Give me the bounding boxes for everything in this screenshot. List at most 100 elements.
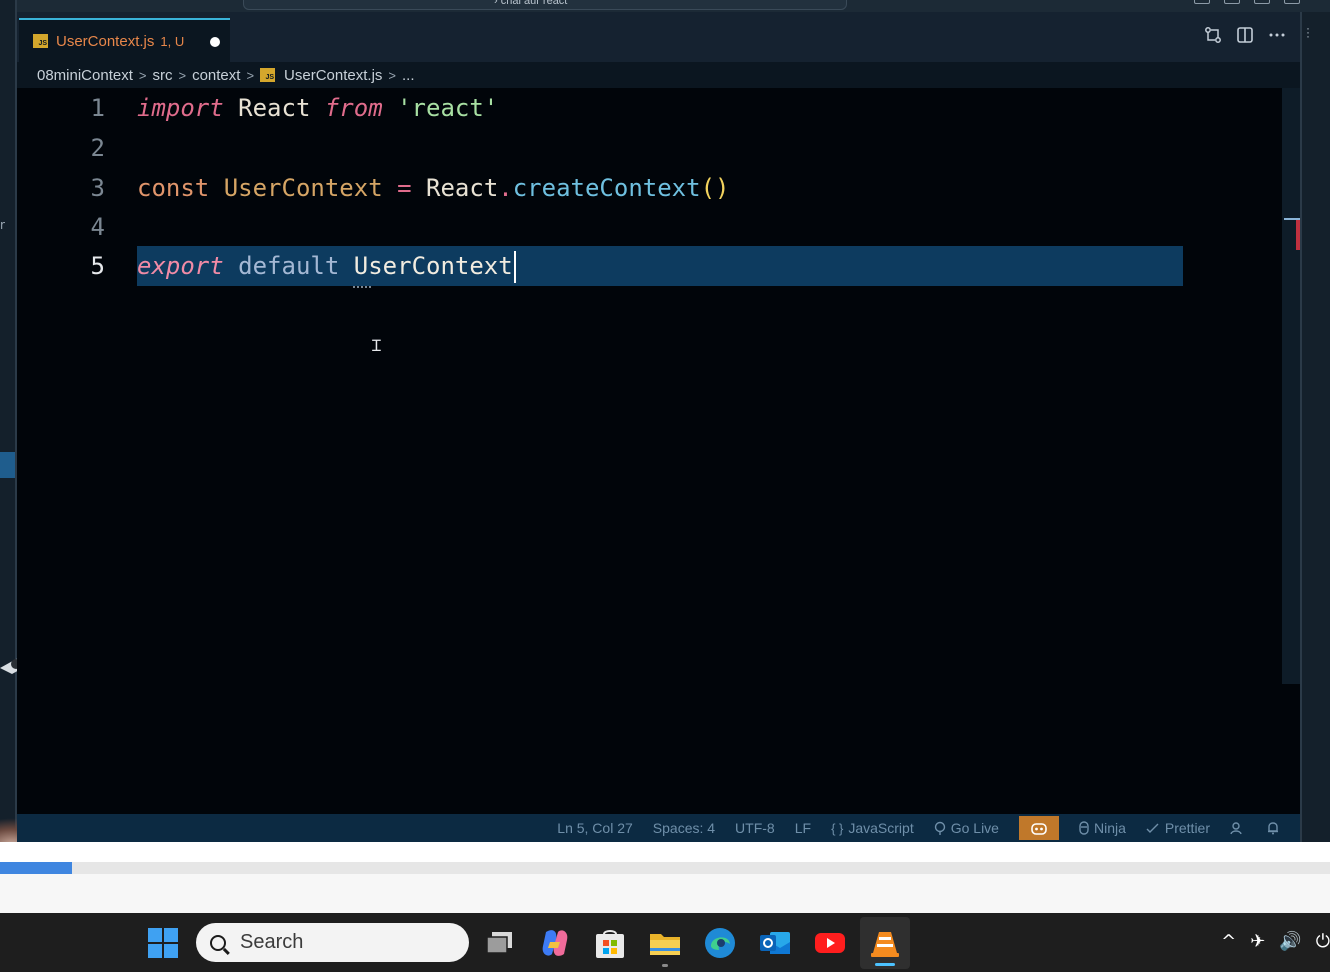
line-number: 2 [90, 134, 105, 162]
status-encoding[interactable]: UTF-8 [735, 820, 775, 836]
split-editor-icon[interactable] [1236, 26, 1254, 44]
video-progress-bar[interactable] [0, 862, 1330, 874]
vlc-player-icon[interactable] [868, 926, 902, 960]
command-center[interactable]: › chai aur react [243, 0, 847, 10]
status-prettier[interactable]: Prettier [1146, 820, 1210, 836]
breadcrumb-item-project[interactable]: 08miniContext [37, 67, 133, 84]
keyword-from: from [324, 94, 383, 122]
identifier-react: React [238, 94, 311, 122]
status-prettier-label: Prettier [1164, 820, 1210, 836]
notifications-bell-icon[interactable] [1266, 821, 1280, 835]
right-window-edge: · · · [1300, 12, 1330, 862]
video-frame: r › chai aur react JS UserContext.js 1, … [0, 0, 1330, 862]
line-number: 3 [90, 174, 105, 202]
copilot-face-icon [1031, 823, 1047, 835]
broadcast-icon [934, 821, 945, 835]
error-marker [1296, 220, 1300, 250]
status-language-label: JavaScript [848, 820, 914, 836]
status-indentation[interactable]: Spaces: 4 [653, 820, 715, 836]
tab-usercontext[interactable]: JS UserContext.js 1, U [19, 18, 230, 62]
volume-icon[interactable]: 🔊 [1279, 931, 1301, 952]
windows-taskbar: Search ^ ✈ 🔊 ⏻ [0, 913, 1330, 972]
identifier-react: React [426, 174, 499, 202]
code-line-3[interactable]: const UserContext = React.createContext(… [137, 168, 729, 208]
layout-split-icon[interactable] [1254, 0, 1270, 4]
battery-plug-icon[interactable]: ⏻ [1316, 931, 1330, 952]
layout-sidebar-icon[interactable] [1194, 0, 1210, 4]
status-go-live[interactable]: Go Live [934, 820, 999, 836]
tab-actions [1204, 26, 1286, 44]
operator-assign: = [397, 174, 412, 202]
breadcrumb: 08miniContext > src > context > JS UserC… [17, 62, 1300, 88]
warning-squiggle [353, 284, 371, 288]
status-language[interactable]: { } JavaScript [831, 820, 914, 836]
search-placeholder: Search [240, 931, 304, 953]
unsaved-dot-icon[interactable] [210, 37, 220, 47]
parentheses: () [700, 174, 730, 202]
vertical-more-icon[interactable]: · · · [1306, 22, 1310, 42]
video-progress-fill [0, 862, 72, 874]
active-app-indicator [875, 963, 895, 966]
identifier-usercontext: UserContext [353, 252, 513, 280]
player-controls-area [0, 874, 1330, 913]
operator-dot: . [498, 174, 513, 202]
more-actions-icon[interactable] [1268, 26, 1286, 44]
code-line-5[interactable]: export default UserContext [137, 246, 516, 286]
line-number: 4 [90, 213, 105, 241]
ninja-icon [1079, 821, 1089, 835]
code-editor[interactable]: 1 2 3 4 5 import React from 'react' cons… [17, 88, 1300, 814]
video-bottom-edge [0, 842, 1330, 862]
file-explorer-icon[interactable] [648, 926, 682, 960]
sidebar-fragment: r [0, 218, 5, 232]
outlook-icon[interactable] [758, 926, 792, 960]
breadcrumb-item-src[interactable]: src [152, 67, 172, 84]
airplane-mode-icon[interactable]: ✈ [1250, 931, 1265, 952]
breadcrumb-separator: > [246, 67, 255, 83]
breadcrumb-item-context[interactable]: context [192, 67, 240, 84]
youtube-icon[interactable] [813, 926, 847, 960]
title-bar: › chai aur react [17, 0, 1330, 12]
keyword-import: import [137, 94, 224, 122]
line-number: 1 [90, 94, 105, 122]
chevron-up-icon[interactable]: ^ [1221, 931, 1236, 952]
mouse-ibeam-icon: Ɪ [372, 336, 381, 355]
status-cursor-position[interactable]: Ln 5, Col 27 [557, 820, 633, 836]
line-number-active: 5 [90, 252, 105, 280]
running-indicator [662, 964, 668, 967]
keyword-const: const [137, 174, 210, 202]
layout-controls [1194, 0, 1300, 4]
editor-tab-bar: JS UserContext.js 1, U [17, 12, 1300, 62]
breadcrumb-separator: > [138, 67, 147, 83]
string-module: 'react' [397, 94, 499, 122]
code-line-1[interactable]: import React from 'react' [137, 88, 498, 128]
status-eol[interactable]: LF [795, 820, 811, 836]
tab-filename: UserContext.js [56, 32, 155, 50]
function-createcontext: createContext [512, 174, 701, 202]
status-go-live-label: Go Live [950, 820, 999, 836]
js-file-icon: JS [260, 68, 276, 82]
breadcrumb-separator: > [178, 67, 187, 83]
layout-grid-icon[interactable] [1284, 0, 1300, 4]
task-view-icon[interactable] [483, 926, 517, 960]
edge-browser-icon[interactable] [703, 926, 737, 960]
status-ninja[interactable]: Ninja [1079, 820, 1126, 836]
accounts-icon[interactable] [1230, 821, 1246, 835]
copilot-app-icon[interactable] [538, 926, 572, 960]
layout-panel-icon[interactable] [1224, 0, 1240, 4]
breadcrumb-item-file[interactable]: UserContext.js [284, 67, 382, 84]
minimap-scroll-track[interactable] [1282, 88, 1300, 684]
breadcrumb-item-symbols[interactable]: ... [402, 67, 415, 84]
tab-problem-status: 1, U [160, 33, 185, 49]
breadcrumb-separator: > [388, 67, 397, 83]
js-file-icon: JS [33, 34, 48, 48]
microsoft-store-icon[interactable] [593, 926, 627, 960]
system-tray: ^ ✈ 🔊 ⏻ [1221, 931, 1330, 952]
sidebar-selection [0, 452, 15, 478]
status-bar: Ln 5, Col 27 Spaces: 4 UTF-8 LF { } Java… [17, 814, 1300, 842]
taskbar-search-input[interactable]: Search [196, 923, 469, 962]
windows-start-icon[interactable] [148, 928, 178, 958]
check-double-icon [1146, 823, 1159, 833]
source-control-compare-icon[interactable] [1204, 26, 1222, 44]
copilot-icon[interactable] [1018, 816, 1059, 840]
braces-icon: { } [831, 820, 844, 836]
